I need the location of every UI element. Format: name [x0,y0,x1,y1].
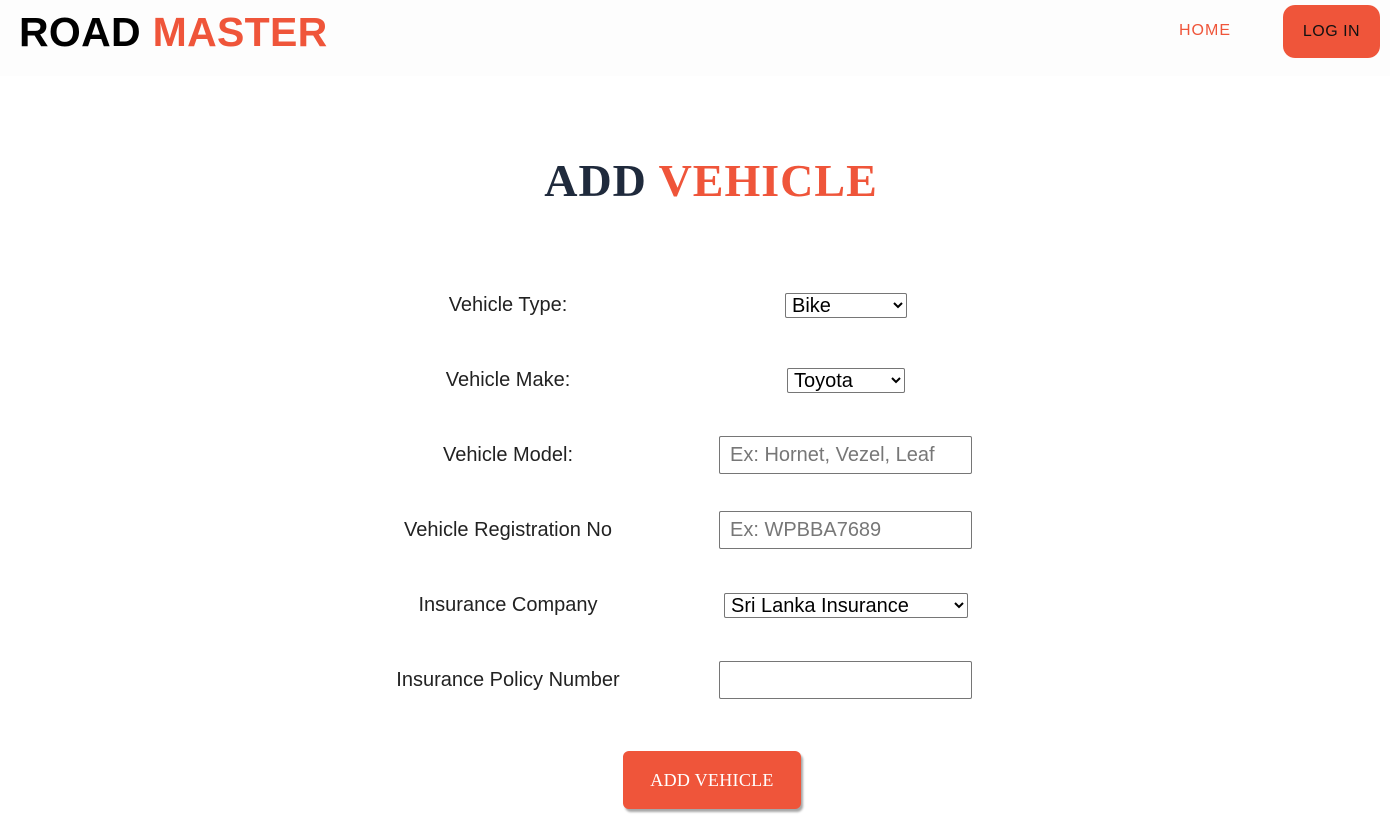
nav-home-link[interactable]: HOME [1179,21,1231,41]
page-title-vehicle: VEHICLE [658,155,878,206]
form-row-policy-number: Insurance Policy Number [0,660,1390,700]
brand-text-master: MASTER [152,9,328,55]
vehicle-type-label: Vehicle Type: [448,294,568,316]
form-row-vehicle-make: Vehicle Make: Toyota [0,360,1390,400]
top-navbar: ROAD MASTER HOME LOG IN [0,0,1390,76]
registration-no-input[interactable] [719,511,972,549]
vehicle-make-select[interactable]: Toyota [787,368,905,393]
add-vehicle-button[interactable]: ADD VEHICLE [623,751,801,809]
form-row-vehicle-type: Vehicle Type: Bike [0,285,1390,325]
brand-logo[interactable]: ROAD MASTER [19,9,328,55]
form-row-vehicle-model: Vehicle Model: [0,435,1390,475]
login-button[interactable]: LOG IN [1283,5,1380,58]
insurance-company-label: Insurance Company [418,594,598,616]
page-title-add: ADD [544,155,647,206]
vehicle-make-label: Vehicle Make: [445,369,571,391]
vehicle-model-input[interactable] [719,436,972,474]
vehicle-type-select[interactable]: Bike [785,293,907,318]
vehicle-model-label: Vehicle Model: [442,444,574,466]
registration-no-label: Vehicle Registration No [404,519,612,541]
brand-text-road: ROAD [19,9,141,55]
policy-number-input[interactable] [719,661,972,699]
form-row-insurance-company: Insurance Company Sri Lanka Insurance [0,585,1390,625]
insurance-company-select[interactable]: Sri Lanka Insurance [724,593,968,618]
policy-number-label: Insurance Policy Number [396,669,620,691]
page-title: ADD VEHICLE [0,154,1390,208]
form-row-registration-no: Vehicle Registration No [0,510,1390,550]
